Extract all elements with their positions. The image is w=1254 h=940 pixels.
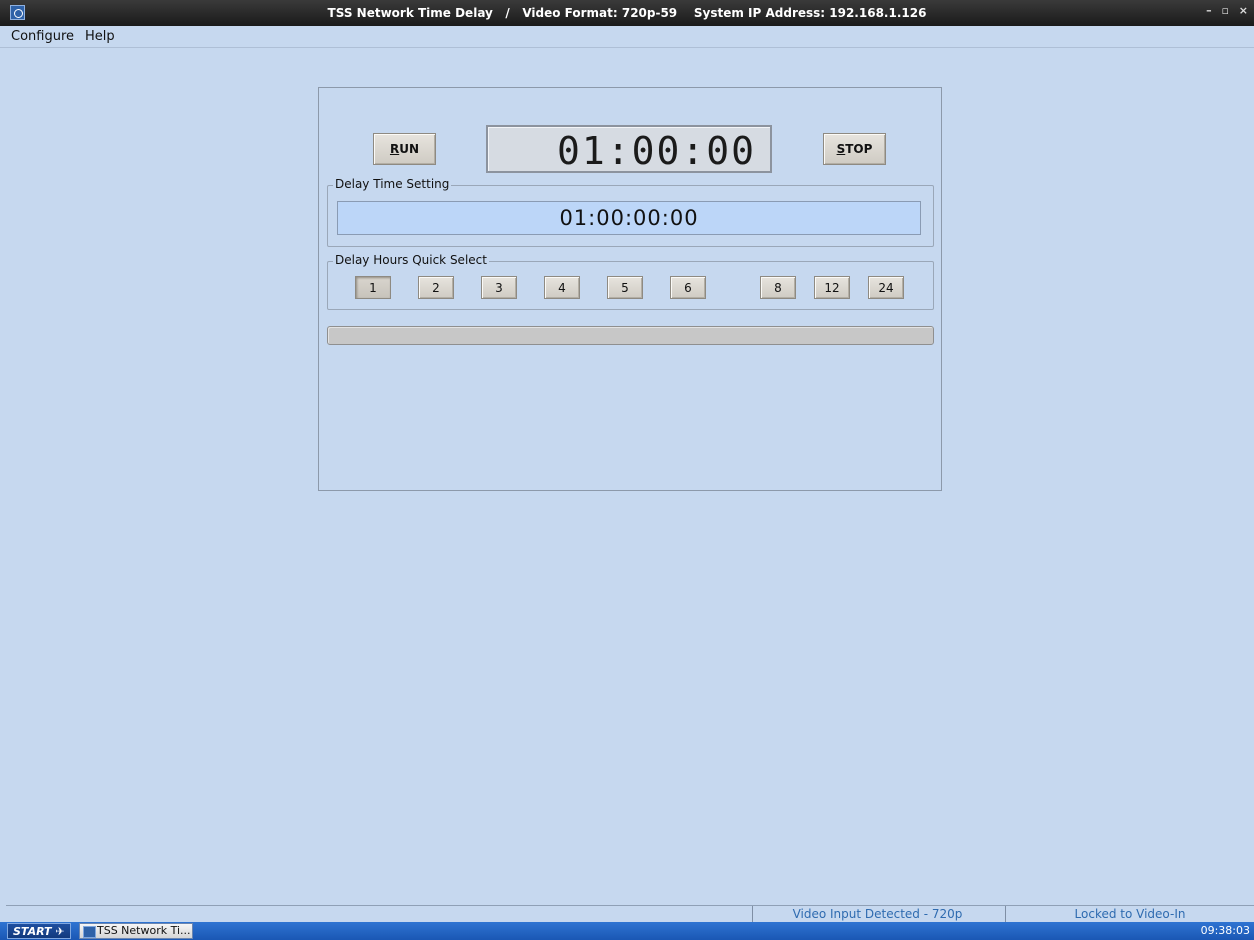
delay-time-field[interactable]: 01:00:00:00 [337,201,921,235]
start-label: START [13,925,52,938]
title-bar: TSS Network Time Delay / Video Format: 7… [0,0,1254,26]
quick-select-5-button[interactable]: 5 [607,276,643,299]
task-app-icon [83,926,96,938]
taskbar: START ✈ TSS Network Ti... 09:38:03 [0,922,1254,940]
lock-status: Locked to Video-In [1005,906,1254,923]
stop-button-mnemonic: S [836,142,846,156]
window-controls: – ▫ × [1200,4,1248,17]
quick-select-8-button[interactable]: 8 [760,276,796,299]
quick-select-1-button[interactable]: 1 [355,276,391,299]
taskbar-task-tss[interactable]: TSS Network Ti... [79,923,193,939]
quick-select-legend: Delay Hours Quick Select [333,253,489,267]
video-input-status: Video Input Detected - 720p [752,906,1002,923]
quick-select-6-button[interactable]: 6 [670,276,706,299]
window-title: TSS Network Time Delay / Video Format: 7… [327,6,927,20]
timer-digits: 01:00:00 [556,129,756,173]
quick-select-12-button[interactable]: 12 [814,276,850,299]
stop-button-label: TOP [845,142,873,156]
run-button-label: UN [399,142,420,156]
menu-help[interactable]: Help [85,29,115,44]
task-label: TSS Network Ti... [97,924,191,937]
timer-display: 01:00:00 [486,125,772,173]
start-logo-icon: ✈ [55,925,65,938]
menu-configure[interactable]: Configure [11,29,74,44]
stop-button[interactable]: S TOP [823,133,886,165]
quick-select-3-button[interactable]: 3 [481,276,517,299]
delay-time-legend: Delay Time Setting [333,177,452,191]
quick-select-24-button[interactable]: 24 [868,276,904,299]
quick-select-4-button[interactable]: 4 [544,276,580,299]
status-bar: Video Input Detected - 720p Locked to Vi… [6,905,1254,923]
menu-bar: Configure Help [0,26,1254,48]
clock: 09:38:03 [1200,924,1250,937]
maximize-icon[interactable]: ▫ [1221,4,1228,17]
start-button[interactable]: START ✈ [7,923,71,939]
run-button[interactable]: R UN [373,133,436,165]
delay-progress-bar [327,326,934,345]
minimize-icon[interactable]: – [1206,4,1212,17]
run-button-mnemonic: R [389,142,400,156]
close-icon[interactable]: × [1239,4,1248,17]
quick-select-2-button[interactable]: 2 [418,276,454,299]
